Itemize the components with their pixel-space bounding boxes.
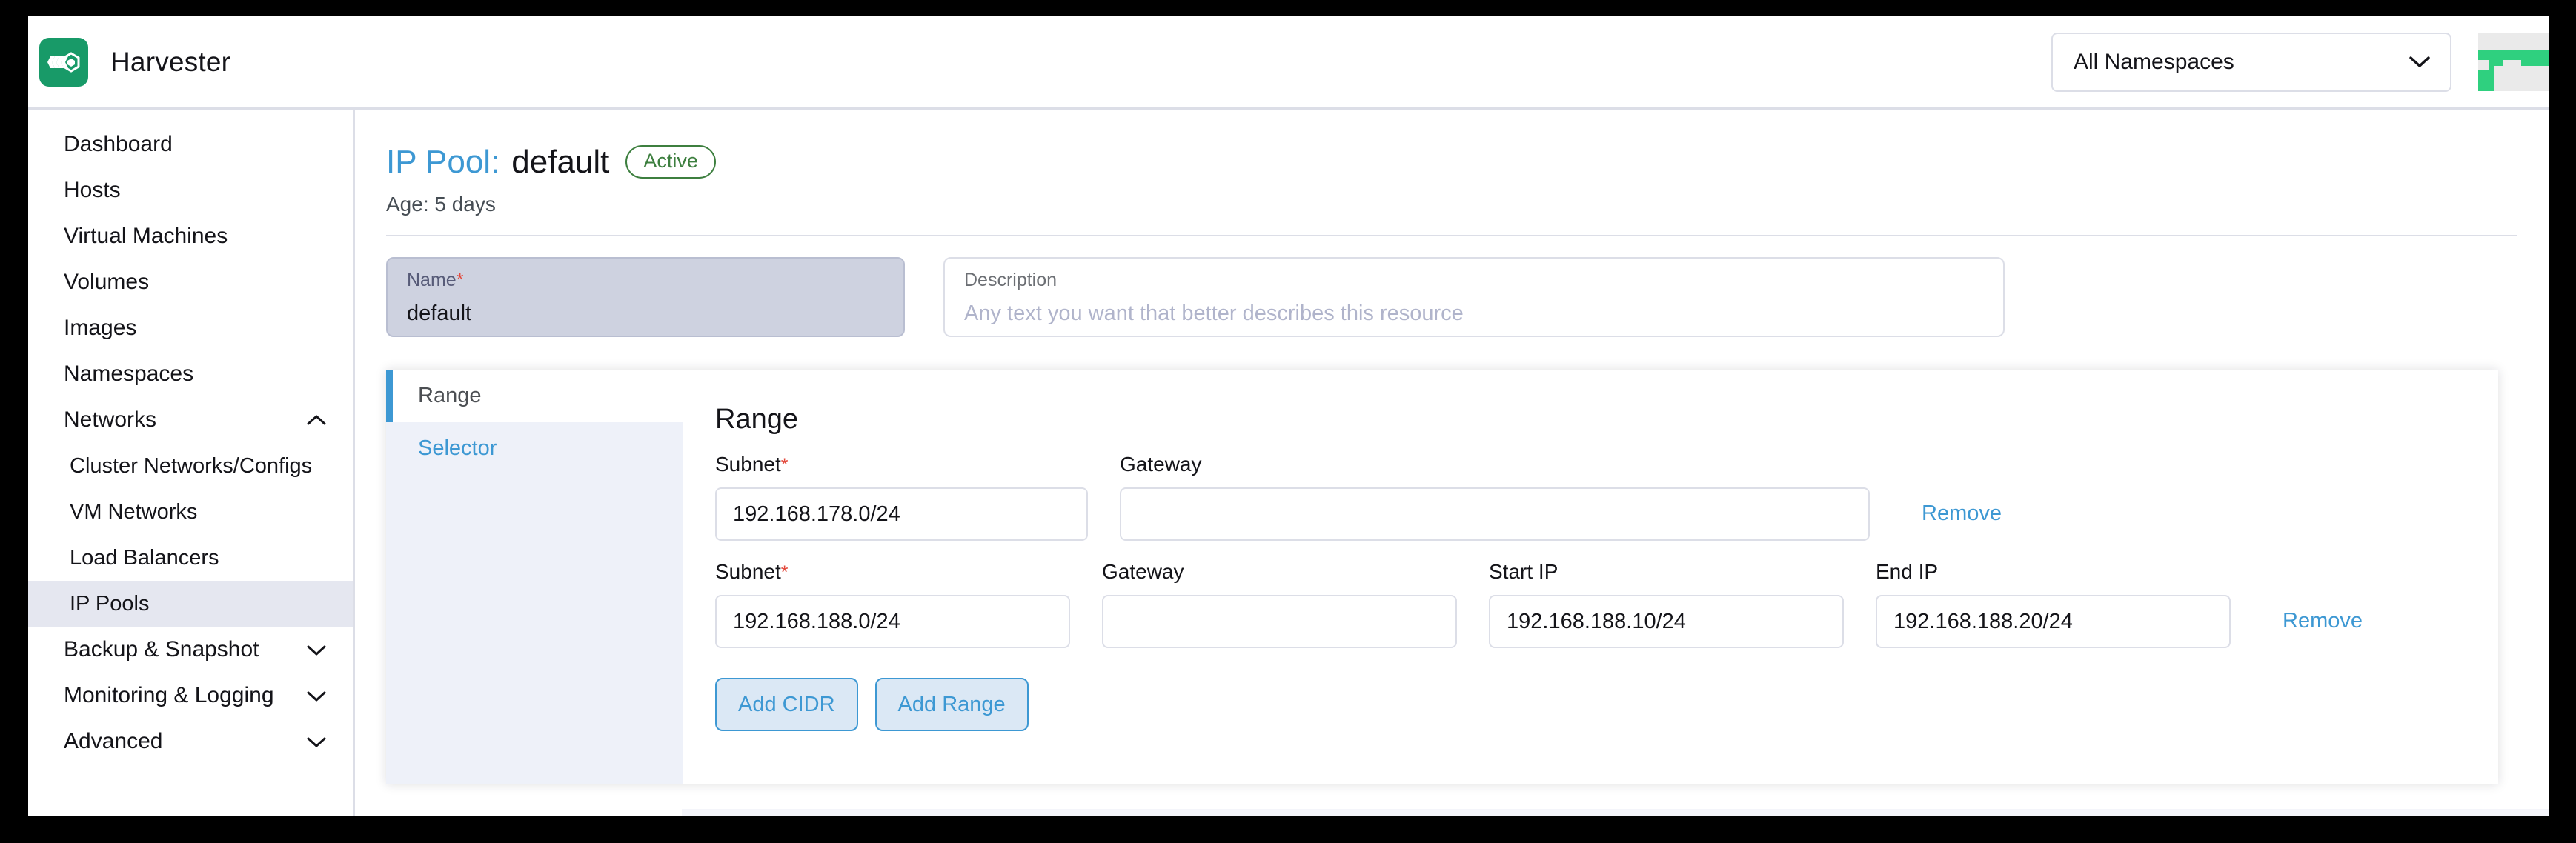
range-row: Subnet* Gateway Remove xyxy=(715,454,2498,541)
name-field[interactable]: Name* default xyxy=(386,257,905,337)
sidebar-item-label: Hosts xyxy=(64,178,121,203)
sidebar-item-label: Monitoring & Logging xyxy=(64,683,274,708)
range-row-subnet-col: Subnet* xyxy=(715,454,1088,541)
chevron-up-icon xyxy=(306,414,327,427)
required-marker: * xyxy=(457,270,464,290)
sidebar-item-label: Dashboard xyxy=(64,132,173,157)
sidebar-item-label: Cluster Networks/Configs xyxy=(70,454,312,479)
resource-age: Age: 5 days xyxy=(386,193,2497,216)
sidebar-item-label: Images xyxy=(64,316,136,341)
sidebar-item-virtual-machines[interactable]: Virtual Machines xyxy=(28,213,353,259)
add-cidr-button[interactable]: Add CIDR xyxy=(715,678,858,731)
tab-label: Range xyxy=(418,384,481,408)
page-title-label: IP Pool: xyxy=(386,146,499,179)
range-row: Subnet* Gateway Start IP xyxy=(715,562,2498,648)
required-marker: * xyxy=(781,455,789,476)
name-label-text: Name xyxy=(407,270,457,290)
end-ip-input[interactable] xyxy=(1876,595,2231,648)
brand[interactable]: Harvester xyxy=(28,38,230,87)
sidebar-nav: Dashboard Hosts Virtual Machines Volumes… xyxy=(28,110,355,816)
subnet-label-text: Subnet xyxy=(715,453,781,476)
sidebar-item-label: Backup & Snapshot xyxy=(64,637,259,662)
page-title-value: default xyxy=(511,146,609,179)
rancher-logo-icon[interactable] xyxy=(2478,33,2549,91)
end-ip-label: End IP xyxy=(1876,562,2231,582)
sidebar-group-advanced[interactable]: Advanced xyxy=(28,719,353,764)
header-divider xyxy=(386,235,2517,236)
sidebar-item-ip-pools[interactable]: IP Pools xyxy=(28,581,353,627)
gateway-label: Gateway xyxy=(1120,454,1870,475)
subnet-label-text: Subnet xyxy=(715,560,781,583)
main-content: IP Pool: default Active Age: 5 days Name… xyxy=(355,110,2549,816)
chevron-down-icon xyxy=(306,644,327,656)
tab-selector[interactable]: Selector xyxy=(386,422,683,475)
gateway-input[interactable] xyxy=(1120,487,1870,541)
sidebar-item-hosts[interactable]: Hosts xyxy=(28,167,353,213)
sidebar-item-label: IP Pools xyxy=(70,592,149,616)
required-marker: * xyxy=(781,562,789,583)
sidebar-item-label: Advanced xyxy=(64,729,162,754)
sidebar-item-namespaces[interactable]: Namespaces xyxy=(28,351,353,397)
sidebar-group-backup-snapshot[interactable]: Backup & Snapshot xyxy=(28,627,353,673)
add-buttons-row: Add CIDR Add Range xyxy=(715,678,2498,731)
chevron-down-icon xyxy=(306,736,327,748)
tab-list: Range Selector xyxy=(386,370,683,784)
namespace-selector-value: All Namespaces xyxy=(2074,50,2234,75)
gateway-input[interactable] xyxy=(1102,595,1457,648)
tab-card: Range Selector Range Subnet* xyxy=(386,370,2498,784)
subnet-input[interactable] xyxy=(715,487,1088,541)
harvester-logo-icon xyxy=(39,38,88,87)
chevron-down-icon xyxy=(306,690,327,702)
sidebar-item-load-balancers[interactable]: Load Balancers xyxy=(28,535,353,581)
sidebar-item-label: Namespaces xyxy=(64,361,193,387)
subnet-label: Subnet* xyxy=(715,562,1070,582)
sidebar-item-label: Load Balancers xyxy=(70,546,219,570)
remove-row-link[interactable]: Remove xyxy=(1922,502,2002,541)
name-description-row: Name* default Description Any text you w… xyxy=(386,257,2497,337)
panel-bottom-strip xyxy=(682,809,2549,816)
start-ip-input[interactable] xyxy=(1489,595,1844,648)
name-field-value: default xyxy=(407,303,884,324)
description-field-label: Description xyxy=(964,271,1984,290)
page-title: IP Pool: default Active xyxy=(386,145,2497,179)
top-header-bar: Harvester All Namespaces xyxy=(28,16,2549,110)
sidebar-group-monitoring-logging[interactable]: Monitoring & Logging xyxy=(28,673,353,719)
remove-row-link[interactable]: Remove xyxy=(2283,609,2363,648)
brand-name: Harvester xyxy=(110,47,230,78)
sidebar-item-label: Networks xyxy=(64,407,156,433)
tab-range[interactable]: Range xyxy=(386,370,683,422)
sidebar-item-label: VM Networks xyxy=(70,500,197,524)
chevron-down-icon xyxy=(2409,50,2431,75)
namespace-selector[interactable]: All Namespaces xyxy=(2051,33,2451,92)
sidebar-item-label: Volumes xyxy=(64,270,149,295)
sidebar-item-vm-networks[interactable]: VM Networks xyxy=(28,489,353,535)
sidebar-item-dashboard[interactable]: Dashboard xyxy=(28,121,353,167)
status-badge: Active xyxy=(625,145,716,179)
range-row-start-ip-col: Start IP xyxy=(1489,562,1844,648)
sidebar-item-cluster-networks-configs[interactable]: Cluster Networks/Configs xyxy=(28,443,353,489)
subnet-input[interactable] xyxy=(715,595,1070,648)
name-field-label: Name* xyxy=(407,271,884,290)
range-row-end-ip-col: End IP xyxy=(1876,562,2231,648)
body: Dashboard Hosts Virtual Machines Volumes… xyxy=(28,110,2549,816)
range-row-gateway-col: Gateway xyxy=(1102,562,1457,648)
sidebar-item-images[interactable]: Images xyxy=(28,305,353,351)
start-ip-label: Start IP xyxy=(1489,562,1844,582)
sidebar-item-label: Virtual Machines xyxy=(64,224,228,249)
range-row-gateway-col: Gateway xyxy=(1120,454,1870,541)
sidebar-item-volumes[interactable]: Volumes xyxy=(28,259,353,305)
gateway-label: Gateway xyxy=(1102,562,1457,582)
range-row-subnet-col: Subnet* xyxy=(715,562,1070,648)
sidebar-group-networks[interactable]: Networks xyxy=(28,397,353,443)
tab-panel-range: Range Subnet* Gateway xyxy=(683,370,2498,784)
app-window: Harvester All Namespaces xyxy=(28,16,2549,816)
subnet-label: Subnet* xyxy=(715,454,1088,475)
panel-title: Range xyxy=(715,405,2498,433)
add-range-button[interactable]: Add Range xyxy=(875,678,1029,731)
description-field[interactable]: Description Any text you want that bette… xyxy=(943,257,2005,337)
header-right-group: All Namespaces xyxy=(2051,16,2549,107)
description-field-placeholder: Any text you want that better describes … xyxy=(964,303,1984,324)
tab-label: Selector xyxy=(418,436,497,461)
